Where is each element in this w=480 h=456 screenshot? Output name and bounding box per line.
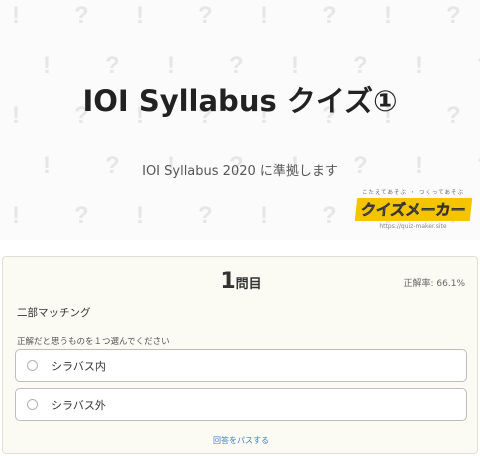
accuracy-rate: 正解率: 66.1% — [403, 279, 465, 289]
pattern-glyph: ! — [384, 2, 392, 29]
question-card: 1問目 正解率: 66.1% 二部マッチング 正解だと思うものを１つ選んでくださ… — [2, 256, 478, 454]
pattern-glyph: ! — [167, 52, 175, 79]
pattern-glyph: ! — [43, 152, 51, 179]
pattern-glyph: ? — [105, 52, 120, 79]
pattern-glyph: ! — [136, 2, 144, 29]
pattern-glyph: ! — [415, 52, 423, 79]
pattern-glyph: ? — [446, 2, 461, 29]
pattern-glyph: ! — [291, 52, 299, 79]
pattern-glyph: ? — [74, 202, 89, 229]
quiz-maker-logo[interactable]: こたえてあそぶ ・ つくってあそぶ クイズメーカー https://quiz-m… — [354, 188, 472, 238]
logo-wordmark: クイズメーカー — [354, 198, 472, 221]
choice-label: シラバス内 — [51, 359, 106, 373]
radio-icon[interactable] — [27, 399, 38, 410]
pattern-glyph: ? — [322, 202, 337, 229]
quiz-hero-banner: !?!?!?!?!?!?!?!?!?!?!?!?!?!?!?!?!?!?!?!?… — [0, 0, 480, 240]
pattern-glyph: ? — [446, 102, 461, 129]
radio-icon[interactable] — [27, 360, 38, 371]
pattern-glyph: ! — [12, 102, 20, 129]
pass-question-link[interactable]: 回答をパスする — [3, 435, 479, 446]
choice-label: シラバス外 — [51, 398, 106, 412]
logo-tagline: こたえてあそぶ ・ つくってあそぶ — [361, 190, 465, 196]
pattern-glyph: ? — [322, 2, 337, 29]
pattern-glyph: ! — [260, 202, 268, 229]
question-number-value: 1 — [220, 269, 236, 294]
choice-option-1[interactable]: シラバス内 — [15, 349, 467, 382]
pattern-glyph: ! — [12, 2, 20, 29]
pattern-glyph: ? — [198, 2, 213, 29]
pattern-glyph: ? — [198, 202, 213, 229]
pattern-glyph: ! — [136, 202, 144, 229]
choice-option-2[interactable]: シラバス外 — [15, 388, 467, 421]
logo-url: https://quiz-maker.site — [379, 223, 447, 230]
pattern-glyph: ? — [74, 2, 89, 29]
pattern-glyph: ? — [353, 52, 368, 79]
question-text: 二部マッチング — [17, 307, 91, 319]
question-number-suffix: 問目 — [235, 277, 262, 292]
pattern-glyph: ! — [260, 2, 268, 29]
question-instruction: 正解だと思うものを１つ選んでください — [17, 337, 170, 347]
pattern-glyph: ! — [43, 52, 51, 79]
quiz-title: IOI Syllabus クイズ① — [82, 84, 398, 118]
pattern-glyph: ? — [229, 52, 244, 79]
pattern-glyph: ! — [12, 202, 20, 229]
quiz-subtitle: IOI Syllabus 2020 に準拠します — [142, 164, 338, 179]
